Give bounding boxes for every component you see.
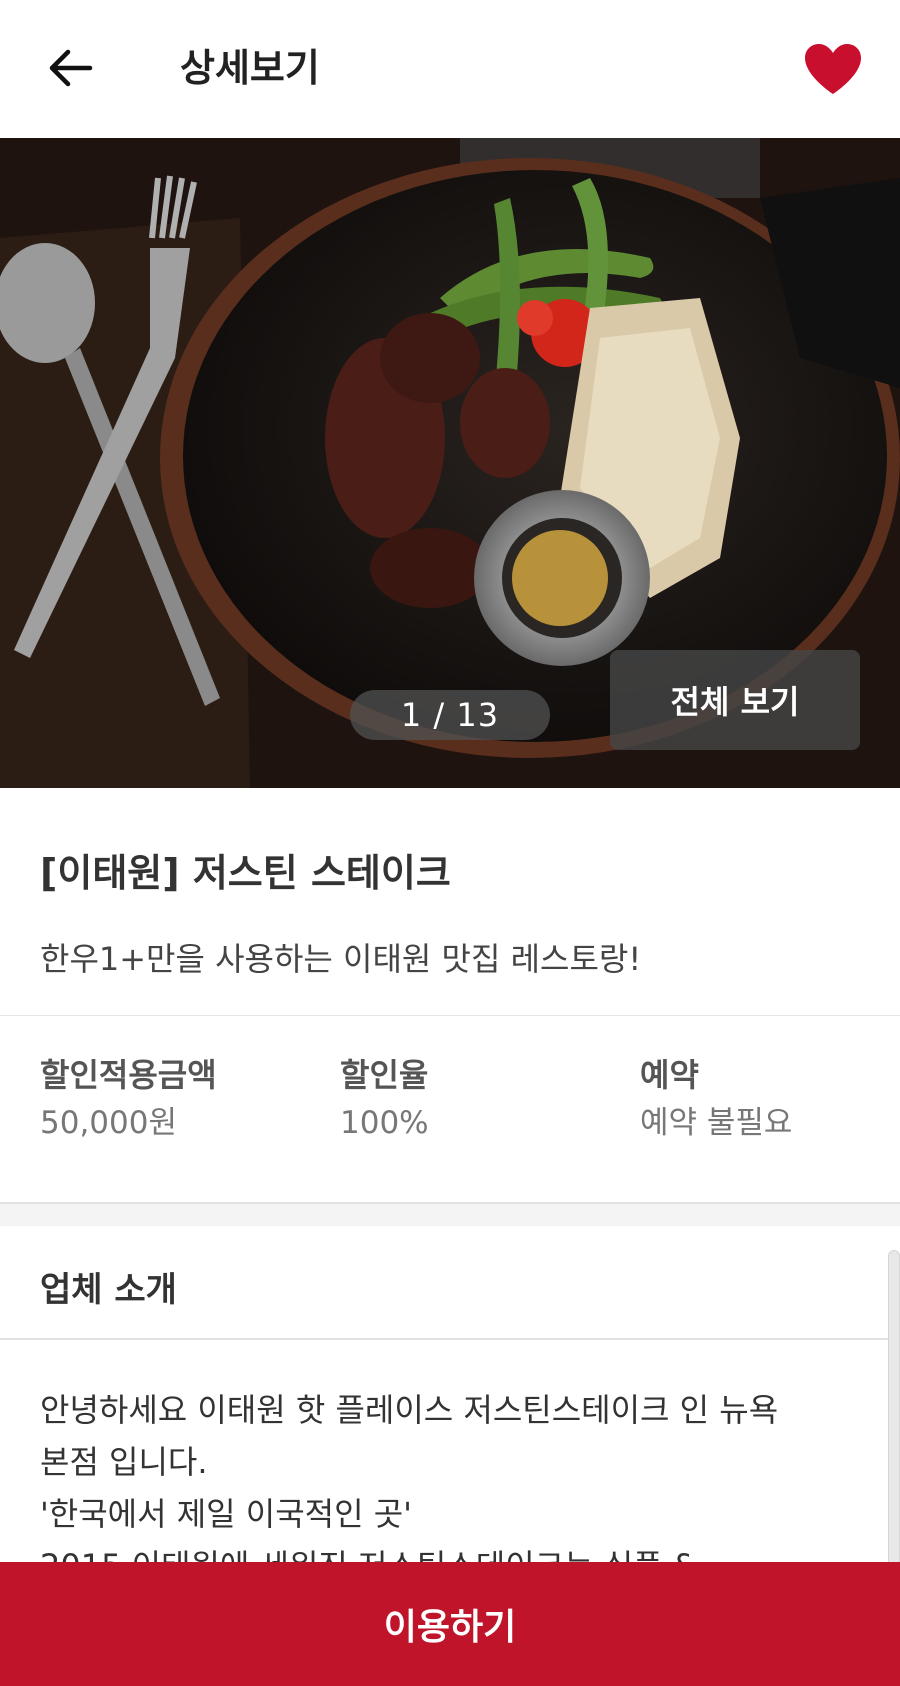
arrow-left-icon bbox=[49, 49, 93, 87]
store-summary: [이태원] 저스틴 스테이크 한우1+만을 사용하는 이태원 맛집 레스토랑! bbox=[0, 788, 900, 1016]
app-header: 상세보기 bbox=[0, 0, 900, 138]
section-divider bbox=[0, 1204, 900, 1226]
info-value: 50,000원 bbox=[40, 1105, 177, 1141]
back-button[interactable] bbox=[40, 38, 100, 98]
intro-line: '한국에서 제일 이국적인 곳' bbox=[40, 1495, 412, 1533]
photo-gallery[interactable]: 1 / 13 전체 보기 bbox=[0, 138, 900, 788]
page-title: 상세보기 bbox=[180, 46, 320, 90]
info-discount-amount: 할인적용금액 50,000원 bbox=[40, 1052, 217, 1146]
page-indicator: 1 / 13 bbox=[350, 690, 550, 740]
info-reservation: 예약 예약 불필요 bbox=[640, 1052, 792, 1146]
info-row: 할인적용금액 50,000원 할인율 100% 예약 예약 불필요 bbox=[0, 1016, 900, 1204]
favorite-button[interactable] bbox=[800, 36, 866, 102]
heart-icon bbox=[805, 44, 861, 94]
info-label: 할인적용금액 bbox=[40, 1056, 217, 1094]
intro-text: 안녕하세요 이태원 핫 플레이스 저스틴스테이크 인 뉴욕 본점 입니다. '한… bbox=[40, 1384, 870, 1592]
use-button[interactable]: 이용하기 bbox=[0, 1562, 900, 1686]
info-label: 예약 bbox=[640, 1056, 699, 1094]
intro-line: 본점 입니다. bbox=[40, 1443, 208, 1481]
info-value: 100% bbox=[340, 1105, 429, 1141]
store-description: 한우1+만을 사용하는 이태원 맛집 레스토랑! bbox=[40, 940, 642, 978]
intro-title: 업체 소개 bbox=[40, 1270, 177, 1310]
store-title: [이태원] 저스틴 스테이크 bbox=[40, 851, 451, 895]
info-label: 할인율 bbox=[340, 1056, 429, 1094]
info-discount-rate: 할인율 100% bbox=[340, 1052, 429, 1146]
view-all-button[interactable]: 전체 보기 bbox=[610, 650, 860, 750]
intro-header: 업체 소개 bbox=[0, 1226, 900, 1340]
scrollbar[interactable] bbox=[888, 1250, 900, 1600]
intro-line: 안녕하세요 이태원 핫 플레이스 저스틴스테이크 인 뉴욕 bbox=[40, 1391, 779, 1429]
info-value: 예약 불필요 bbox=[640, 1105, 793, 1141]
